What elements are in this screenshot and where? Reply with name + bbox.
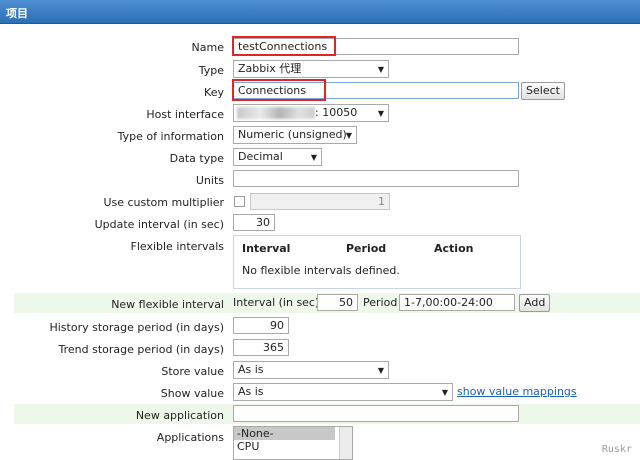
custom-multiplier-checkbox[interactable] [234,196,245,207]
listbox-scrollbar[interactable] [339,427,352,459]
host-interface-row: Host interface : 10050 ▼ [0,103,640,123]
add-interval-button[interactable]: Add [519,294,550,312]
new-flexible-interval-row: New flexible interval Interval (in sec) … [14,293,640,313]
chevron-down-icon: ▼ [377,366,384,375]
data-type-value: Decimal [238,150,283,163]
section-header: 项目 [0,0,640,24]
update-interval-input[interactable]: 30 [233,214,275,231]
host-interface-port: : 10050 [315,106,358,119]
applications-label: Applications [156,431,224,444]
application-option[interactable]: -None- [234,427,335,440]
history-label: History storage period (in days) [49,321,224,334]
store-value-row: Store value As is ▼ [0,360,640,380]
section-title: 项目 [6,7,28,20]
host-interface-label: Host interface [146,108,224,121]
history-row: History storage period (in days) 90 [0,316,640,336]
new-application-label: New application [135,409,224,422]
name-highlight-box [232,36,336,56]
show-value-mappings-link[interactable]: show value mappings [457,385,577,398]
type-select-value: Zabbix 代理 [238,62,302,75]
flexible-intervals-empty-message: No flexible intervals defined. [242,264,400,277]
custom-multiplier-row: Use custom multiplier 1 [0,191,640,211]
period-label: Period [363,296,398,309]
flexible-intervals-label: Flexible intervals [130,240,225,253]
data-type-label: Data type [169,152,224,165]
type-select[interactable]: Zabbix 代理 ▼ [233,60,389,78]
units-row: Units [0,169,640,189]
show-value-row: Show value As is ▼ show value mappings [0,382,640,402]
custom-multiplier-input[interactable]: 1 [250,193,390,210]
units-label: Units [195,174,224,187]
chevron-down-icon: ▼ [345,131,352,140]
show-value-label: Show value [160,387,224,400]
redacted-ip-address [237,107,315,119]
applications-listbox[interactable]: -None- CPU [233,426,353,460]
action-column-header: Action [434,242,474,255]
units-input[interactable] [233,170,519,187]
new-flexible-interval-label: New flexible interval [111,298,224,311]
type-row: Type Zabbix 代理 ▼ [0,59,640,79]
store-value-label: Store value [161,365,224,378]
trend-label: Trend storage period (in days) [58,343,225,356]
custom-multiplier-label: Use custom multiplier [103,196,224,209]
type-label: Type [198,64,224,77]
flexible-intervals-table: Interval Period Action No flexible inter… [233,235,521,289]
type-of-information-value: Numeric (unsigned) [238,128,347,141]
key-highlight-box [232,79,326,101]
trend-input[interactable]: 365 [233,339,289,356]
data-type-row: Data type Decimal ▼ [0,147,640,167]
update-interval-row: Update interval (in sec) 30 [0,213,640,233]
chevron-down-icon: ▼ [377,65,384,74]
chevron-down-icon: ▼ [441,388,448,397]
name-row: Name testConnections [0,36,640,57]
interval-column-header: Interval [242,242,291,255]
name-label: Name [191,41,224,54]
type-of-information-label: Type of information [117,130,224,143]
select-key-button[interactable]: Select [521,82,565,100]
application-option[interactable]: CPU [234,440,352,453]
interval-sec-label: Interval (in sec) [233,296,320,309]
trend-row: Trend storage period (in days) 365 [0,338,640,358]
type-of-information-row: Type of information Numeric (unsigned) ▼ [0,125,640,145]
history-input[interactable]: 90 [233,317,289,334]
new-application-row: New application [14,404,640,424]
data-type-select[interactable]: Decimal ▼ [233,148,322,166]
chevron-down-icon: ▼ [377,109,384,118]
watermark: Ruskr [601,444,632,455]
new-period-input[interactable]: 1-7,00:00-24:00 [399,294,515,311]
key-row: Key Connections Select [0,79,640,101]
type-of-information-select[interactable]: Numeric (unsigned) ▼ [233,126,357,144]
period-column-header: Period [346,242,387,255]
chevron-down-icon: ▼ [310,153,317,162]
store-value-select[interactable]: As is ▼ [233,361,389,379]
new-application-input[interactable] [233,405,519,422]
update-interval-label: Update interval (in sec) [94,218,224,231]
show-value-value: As is [238,385,264,398]
store-value-value: As is [238,363,264,376]
new-interval-input[interactable]: 50 [317,294,358,311]
show-value-select[interactable]: As is ▼ [233,383,453,401]
key-label: Key [204,86,224,99]
